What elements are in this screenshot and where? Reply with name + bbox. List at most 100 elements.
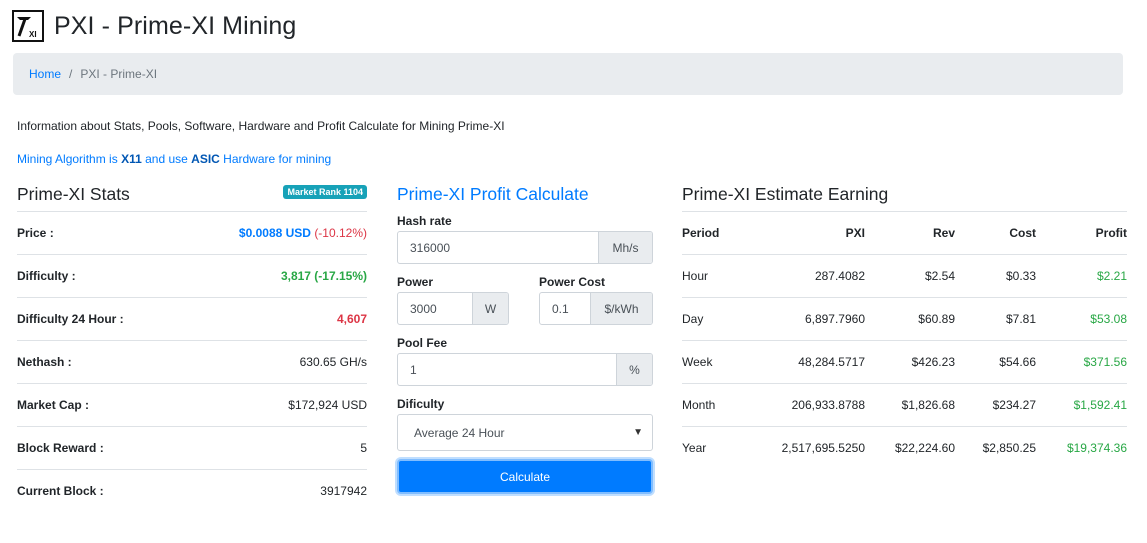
stats-value: 4,607 bbox=[336, 312, 367, 326]
stats-label: Current Block : bbox=[17, 484, 104, 498]
svg-text:XI: XI bbox=[29, 30, 37, 39]
hash-rate-label: Hash rate bbox=[397, 214, 452, 228]
pxi-cell: 206,933.8788 bbox=[791, 398, 865, 412]
cost-cell: $7.81 bbox=[1005, 312, 1036, 326]
table-row: Week 48,284.5717 $426.23 $54.66 $371.56 bbox=[682, 340, 1127, 383]
profit-cell: $19,374.36 bbox=[1066, 441, 1127, 455]
difficulty-selected: Average 24 Hour bbox=[414, 425, 505, 440]
stats-row-market-cap: Market Cap : $172,924 USD bbox=[17, 383, 367, 426]
algorithm-suffix: Hardware for mining bbox=[223, 152, 332, 166]
power-label: Power bbox=[397, 275, 434, 289]
algorithm-line: Mining Algorithm is X11 and use ASIC Har… bbox=[17, 152, 331, 166]
coin-logo: XI bbox=[12, 10, 44, 42]
stats-value: 3,817 (-17.15%) bbox=[280, 269, 367, 283]
rev-cell: $22,224.60 bbox=[894, 441, 955, 455]
power-input[interactable]: 3000 bbox=[398, 293, 472, 324]
stats-row-block-reward: Block Reward : 5 bbox=[17, 426, 367, 469]
rev-cell: $1,826.68 bbox=[901, 398, 955, 412]
algorithm-name[interactable]: X11 bbox=[121, 152, 142, 166]
column-header: Period bbox=[682, 226, 720, 240]
profit-cell: $2.21 bbox=[1096, 269, 1127, 283]
earnings-title: Prime-XI Estimate Earning bbox=[682, 184, 889, 204]
stats-row-difficulty-24h: Difficulty 24 Hour : 4,607 bbox=[17, 297, 367, 340]
stats-label: Nethash : bbox=[17, 355, 72, 369]
table-row: Hour 287.4082 $2.54 $0.33 $2.21 bbox=[682, 254, 1127, 297]
pool-fee-label: Pool Fee bbox=[397, 336, 448, 350]
price-change: (-10.12%) bbox=[314, 226, 367, 240]
table-row: Year 2,517,695.5250 $22,224.60 $2,850.25… bbox=[682, 426, 1127, 469]
breadcrumb-current: PXI - Prime-XI bbox=[80, 67, 158, 81]
page-title: PXI - Prime-XI Mining bbox=[54, 11, 297, 40]
period-cell: Year bbox=[682, 441, 707, 455]
table-header-row: Period PXI Rev Cost Profit bbox=[682, 211, 1127, 254]
difficulty-select[interactable]: Average 24 Hour ▼ bbox=[397, 414, 653, 451]
stats-row-price: Price : $0.0088 USD (-10.12%) bbox=[17, 211, 367, 254]
cost-cell: $54.66 bbox=[999, 355, 1036, 369]
column-header: Rev bbox=[932, 226, 955, 240]
stats-value: 630.65 GH/s bbox=[299, 355, 367, 369]
stats-label: Market Cap : bbox=[17, 398, 90, 412]
stats-value: $0.0088 USD (-10.12%) bbox=[239, 226, 367, 240]
profit-cell: $1,592.41 bbox=[1073, 398, 1127, 412]
pxi-cell: 2,517,695.5250 bbox=[781, 441, 865, 455]
table-row: Month 206,933.8788 $1,826.68 $234.27 $1,… bbox=[682, 383, 1127, 426]
period-cell: Day bbox=[682, 312, 704, 326]
intro-text: Information about Stats, Pools, Software… bbox=[17, 119, 505, 133]
column-header: Profit bbox=[1095, 226, 1127, 240]
power-cost-input[interactable]: 0.1 bbox=[540, 293, 590, 324]
hash-rate-unit: Mh/s bbox=[598, 232, 652, 263]
stats-value: 5 bbox=[360, 441, 367, 455]
rev-cell: $2.54 bbox=[924, 269, 955, 283]
cost-cell: $0.33 bbox=[1005, 269, 1036, 283]
power-unit: W bbox=[472, 293, 508, 324]
profit-cell: $371.56 bbox=[1083, 355, 1127, 369]
stats-title: Prime-XI Stats bbox=[17, 184, 130, 204]
pool-fee-input[interactable]: 1 bbox=[398, 354, 616, 385]
stats-label: Price : bbox=[17, 226, 54, 240]
pool-fee-group: 1 % bbox=[397, 353, 653, 386]
market-rank-badge: Market Rank 1104 bbox=[283, 185, 367, 199]
breadcrumb: Home / PXI - Prime-XI bbox=[13, 53, 1123, 95]
difficulty-label: Dificulty bbox=[397, 397, 445, 411]
pxi-cell: 48,284.5717 bbox=[798, 355, 865, 369]
algorithm-prefix: Mining Algorithm is bbox=[17, 152, 118, 166]
pxi-cell: 287.4082 bbox=[814, 269, 865, 283]
stats-row-nethash: Nethash : 630.65 GH/s bbox=[17, 340, 367, 383]
cost-cell: $234.27 bbox=[992, 398, 1036, 412]
power-cost-label: Power Cost bbox=[539, 275, 606, 289]
hardware-type[interactable]: ASIC bbox=[191, 152, 220, 166]
pool-fee-unit: % bbox=[616, 354, 652, 385]
column-header: Cost bbox=[1009, 226, 1036, 240]
cost-cell: $2,850.25 bbox=[982, 441, 1036, 455]
period-cell: Week bbox=[682, 355, 713, 369]
period-cell: Hour bbox=[682, 269, 709, 283]
power-cost-group: 0.1 $/kWh bbox=[539, 292, 653, 325]
stats-label: Difficulty 24 Hour : bbox=[17, 312, 124, 326]
page-header: XI PXI - Prime-XI Mining bbox=[12, 9, 296, 43]
pxi-cell: 6,897.7960 bbox=[804, 312, 865, 326]
calculate-button[interactable]: Calculate bbox=[397, 459, 653, 494]
profit-cell: $53.08 bbox=[1090, 312, 1127, 326]
caret-down-icon: ▼ bbox=[633, 427, 643, 438]
rev-cell: $60.89 bbox=[918, 312, 955, 326]
power-group: 3000 W bbox=[397, 292, 509, 325]
period-cell: Month bbox=[682, 398, 716, 412]
stats-label: Difficulty : bbox=[17, 269, 76, 283]
power-cost-unit: $/kWh bbox=[590, 293, 652, 324]
breadcrumb-separator: / bbox=[69, 67, 73, 81]
breadcrumb-home-link[interactable]: Home bbox=[29, 67, 61, 81]
price-value: $0.0088 USD bbox=[238, 226, 311, 240]
hash-rate-group: 316000 Mh/s bbox=[397, 231, 653, 264]
hash-rate-input[interactable]: 316000 bbox=[398, 232, 598, 263]
stats-value: 3917942 bbox=[320, 484, 367, 498]
stats-row-current-block: Current Block : 3917942 bbox=[17, 469, 367, 512]
algorithm-middle: and use bbox=[145, 152, 188, 166]
table-row: Day 6,897.7960 $60.89 $7.81 $53.08 bbox=[682, 297, 1127, 340]
rev-cell: $426.23 bbox=[911, 355, 955, 369]
calculator-title: Prime-XI Profit Calculate bbox=[397, 184, 589, 204]
stats-value: $172,924 USD bbox=[288, 398, 367, 412]
stats-label: Block Reward : bbox=[17, 441, 104, 455]
stats-row-difficulty: Difficulty : 3,817 (-17.15%) bbox=[17, 254, 367, 297]
earnings-table: Period PXI Rev Cost Profit Hour 287.4082… bbox=[682, 211, 1127, 469]
pickaxe-icon: XI bbox=[17, 17, 37, 39]
